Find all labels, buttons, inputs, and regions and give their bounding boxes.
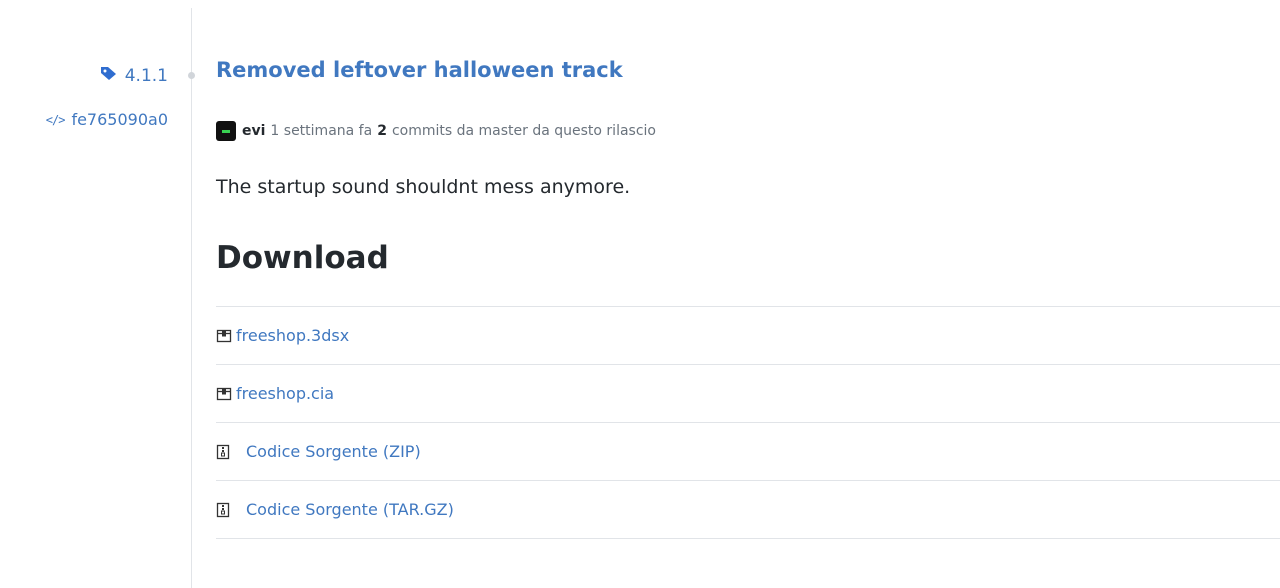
package-icon (216, 386, 232, 402)
download-label: freeshop.3dsx (236, 326, 350, 345)
download-label: Codice Sorgente (TAR.GZ) (246, 500, 454, 519)
download-heading: Download (216, 240, 389, 276)
tag-link[interactable]: 4.1.1 (100, 66, 168, 86)
commit-count: 2 (377, 123, 387, 139)
download-link-cia[interactable]: freeshop.cia (216, 384, 334, 403)
commits-suffix: commits da master da questo rilascio (391, 123, 656, 139)
file-zip-icon (216, 502, 232, 518)
download-link-zip[interactable]: Codice Sorgente (ZIP) (216, 442, 421, 461)
download-link-3dsx[interactable]: freeshop.3dsx (216, 326, 349, 345)
download-list: freeshop.3dsx freeshop.cia Codice Sorgen… (216, 306, 1280, 539)
download-label: Codice Sorgente (ZIP) (246, 442, 421, 461)
list-item: Codice Sorgente (ZIP) (216, 423, 1280, 481)
download-link-targz[interactable]: Codice Sorgente (TAR.GZ) (216, 500, 454, 519)
commit-link[interactable]: </> fe765090a0 (46, 110, 168, 129)
download-label: freeshop.cia (236, 384, 335, 403)
release-time: 1 settimana fa (270, 123, 373, 139)
release-title[interactable]: Removed leftover halloween track (216, 58, 623, 82)
file-zip-icon (216, 444, 232, 460)
commit-sha: fe765090a0 (71, 110, 168, 129)
timeline-line (191, 8, 192, 588)
release-byline: evi 1 settimana fa 2 commits da master d… (216, 121, 656, 141)
tag-icon (100, 66, 117, 86)
list-item: freeshop.3dsx (216, 307, 1280, 365)
release-description: The startup sound shouldnt mess anymore. (216, 176, 631, 198)
tag-label: 4.1.1 (124, 66, 168, 86)
list-item: freeshop.cia (216, 365, 1280, 423)
author-link[interactable]: evi (242, 123, 265, 139)
list-item: Codice Sorgente (TAR.GZ) (216, 481, 1280, 539)
package-icon (216, 328, 232, 344)
release-page: 4.1.1 </> fe765090a0 Removed leftover ha… (0, 0, 1280, 588)
code-icon: </> (45, 112, 66, 127)
timeline-dot (188, 72, 195, 79)
avatar[interactable] (216, 121, 236, 141)
release-meta: 4.1.1 </> fe765090a0 (0, 0, 180, 588)
release-body: Removed leftover halloween track evi 1 s… (216, 0, 1280, 588)
